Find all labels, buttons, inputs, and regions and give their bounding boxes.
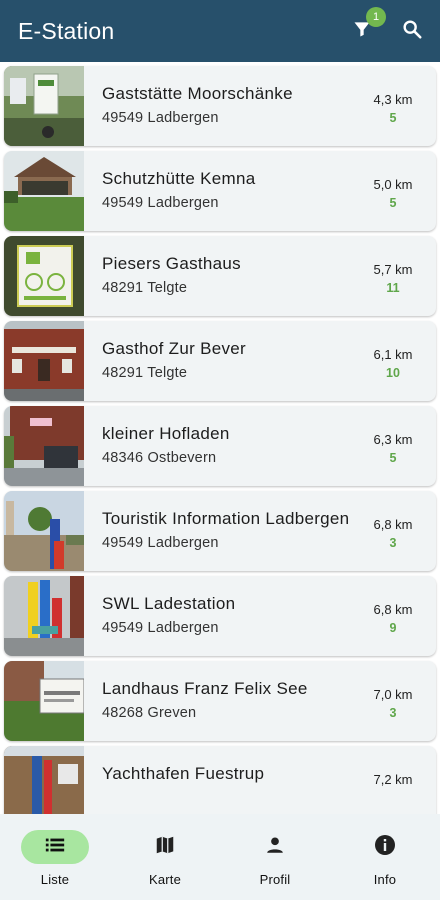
app-root: E-Station 1 Gaststätte Moorschänke 49549… xyxy=(0,0,440,900)
station-count: 9 xyxy=(389,621,397,635)
station-info: Landhaus Franz Felix See 48268 Greven xyxy=(84,661,350,741)
nav-item-karte[interactable]: Karte xyxy=(110,814,220,900)
app-bar: E-Station 1 xyxy=(0,0,440,62)
info-icon xyxy=(373,833,397,862)
station-photo xyxy=(4,151,84,231)
station-count: 3 xyxy=(389,706,397,720)
station-name: Yachthafen Fuestrup xyxy=(102,764,265,783)
station-photo xyxy=(4,491,84,571)
nav-label: Profil xyxy=(259,872,291,887)
station-distance: 7,0 km xyxy=(373,687,413,702)
station-info: Gasthof Zur Bever 48291 Telgte xyxy=(84,321,350,401)
search-icon xyxy=(401,18,423,45)
nav-pill xyxy=(351,830,419,864)
search-button[interactable] xyxy=(398,17,426,45)
station-info: Gaststätte Moorschänke 49549 Ladbergen xyxy=(84,66,350,146)
station-info: Touristik Information Ladbergen 49549 La… xyxy=(84,491,350,571)
station-name: kleiner Hofladen xyxy=(102,424,230,443)
station-distance: 6,1 km xyxy=(373,347,413,362)
nav-label: Karte xyxy=(148,872,182,887)
station-card[interactable]: Yachthafen Fuestrup 7,2 km xyxy=(4,746,436,814)
station-photo xyxy=(4,576,84,656)
station-count: 5 xyxy=(389,111,397,125)
station-card[interactable]: Gaststätte Moorschänke 49549 Ladbergen 4… xyxy=(4,66,436,146)
station-address: 48291 Telgte xyxy=(102,365,188,381)
station-info: Yachthafen Fuestrup xyxy=(84,746,350,814)
station-card[interactable]: SWL Ladestation 49549 Ladbergen 6,8 km 9 xyxy=(4,576,436,656)
station-distance: 7,2 km xyxy=(373,772,413,787)
station-count: 5 xyxy=(389,451,397,465)
station-meta: 6,8 km 9 xyxy=(350,576,436,656)
station-name: SWL Ladestation xyxy=(102,594,236,613)
nav-item-profil[interactable]: Profil xyxy=(220,814,330,900)
station-name: Landhaus Franz Felix See xyxy=(102,679,308,698)
station-distance: 5,7 km xyxy=(373,262,413,277)
person-icon xyxy=(264,834,286,861)
station-distance: 4,3 km xyxy=(373,92,413,107)
station-info: SWL Ladestation 49549 Ladbergen xyxy=(84,576,350,656)
station-card[interactable]: Landhaus Franz Felix See 48268 Greven 7,… xyxy=(4,661,436,741)
station-name: Gasthof Zur Bever xyxy=(102,339,246,358)
station-meta: 4,3 km 5 xyxy=(350,66,436,146)
station-card[interactable]: Piesers Gasthaus 48291 Telgte 5,7 km 11 xyxy=(4,236,436,316)
station-list[interactable]: Gaststätte Moorschänke 49549 Ladbergen 4… xyxy=(0,62,440,814)
nav-pill xyxy=(241,830,309,864)
filter-button[interactable]: 1 xyxy=(348,7,386,45)
station-meta: 6,8 km 3 xyxy=(350,491,436,571)
station-address: 48268 Greven xyxy=(102,705,197,721)
station-name: Gaststätte Moorschänke xyxy=(102,84,293,103)
station-meta: 6,1 km 10 xyxy=(350,321,436,401)
nav-item-info[interactable]: Info xyxy=(330,814,440,900)
station-meta: 5,0 km 5 xyxy=(350,151,436,231)
station-photo xyxy=(4,406,84,486)
station-distance: 5,0 km xyxy=(373,177,413,192)
station-meta: 7,0 km 3 xyxy=(350,661,436,741)
station-name: Schutzhütte Kemna xyxy=(102,169,256,188)
nav-pill xyxy=(21,830,89,864)
station-address: 49549 Ladbergen xyxy=(102,195,219,211)
app-bar-actions: 1 xyxy=(348,0,426,62)
bottom-navigation: Liste Karte Profil Info xyxy=(0,814,440,900)
station-distance: 6,8 km xyxy=(373,517,413,532)
station-photo xyxy=(4,236,84,316)
station-photo xyxy=(4,661,84,741)
station-name: Touristik Information Ladbergen xyxy=(102,509,350,528)
station-photo xyxy=(4,321,84,401)
station-count: 11 xyxy=(386,281,400,295)
station-address: 48291 Telgte xyxy=(102,280,188,296)
station-count: 3 xyxy=(389,536,397,550)
station-count: 10 xyxy=(386,366,400,380)
station-info: kleiner Hofladen 48346 Ostbevern xyxy=(84,406,350,486)
station-card[interactable]: Gasthof Zur Bever 48291 Telgte 6,1 km 10 xyxy=(4,321,436,401)
station-meta: 6,3 km 5 xyxy=(350,406,436,486)
station-address: 49549 Ladbergen xyxy=(102,535,219,551)
station-card[interactable]: Touristik Information Ladbergen 49549 La… xyxy=(4,491,436,571)
nav-label: Liste xyxy=(40,872,70,887)
station-info: Piesers Gasthaus 48291 Telgte xyxy=(84,236,350,316)
station-meta: 5,7 km 11 xyxy=(350,236,436,316)
station-distance: 6,3 km xyxy=(373,432,413,447)
list-icon xyxy=(44,834,66,861)
station-photo xyxy=(4,746,84,814)
map-icon xyxy=(154,834,176,861)
station-address: 49549 Ladbergen xyxy=(102,110,219,126)
station-count: 5 xyxy=(389,196,397,210)
station-meta: 7,2 km xyxy=(350,746,436,814)
station-address: 48346 Ostbevern xyxy=(102,450,217,466)
station-info: Schutzhütte Kemna 49549 Ladbergen xyxy=(84,151,350,231)
station-distance: 6,8 km xyxy=(373,602,413,617)
nav-item-liste[interactable]: Liste xyxy=(0,814,110,900)
station-card[interactable]: kleiner Hofladen 48346 Ostbevern 6,3 km … xyxy=(4,406,436,486)
station-card[interactable]: Schutzhütte Kemna 49549 Ladbergen 5,0 km… xyxy=(4,151,436,231)
station-address: 49549 Ladbergen xyxy=(102,620,219,636)
app-title: E-Station xyxy=(18,17,115,44)
nav-pill xyxy=(131,830,199,864)
station-photo xyxy=(4,66,84,146)
nav-label: Info xyxy=(373,872,397,887)
station-name: Piesers Gasthaus xyxy=(102,254,241,273)
filter-count-badge: 1 xyxy=(366,7,386,27)
